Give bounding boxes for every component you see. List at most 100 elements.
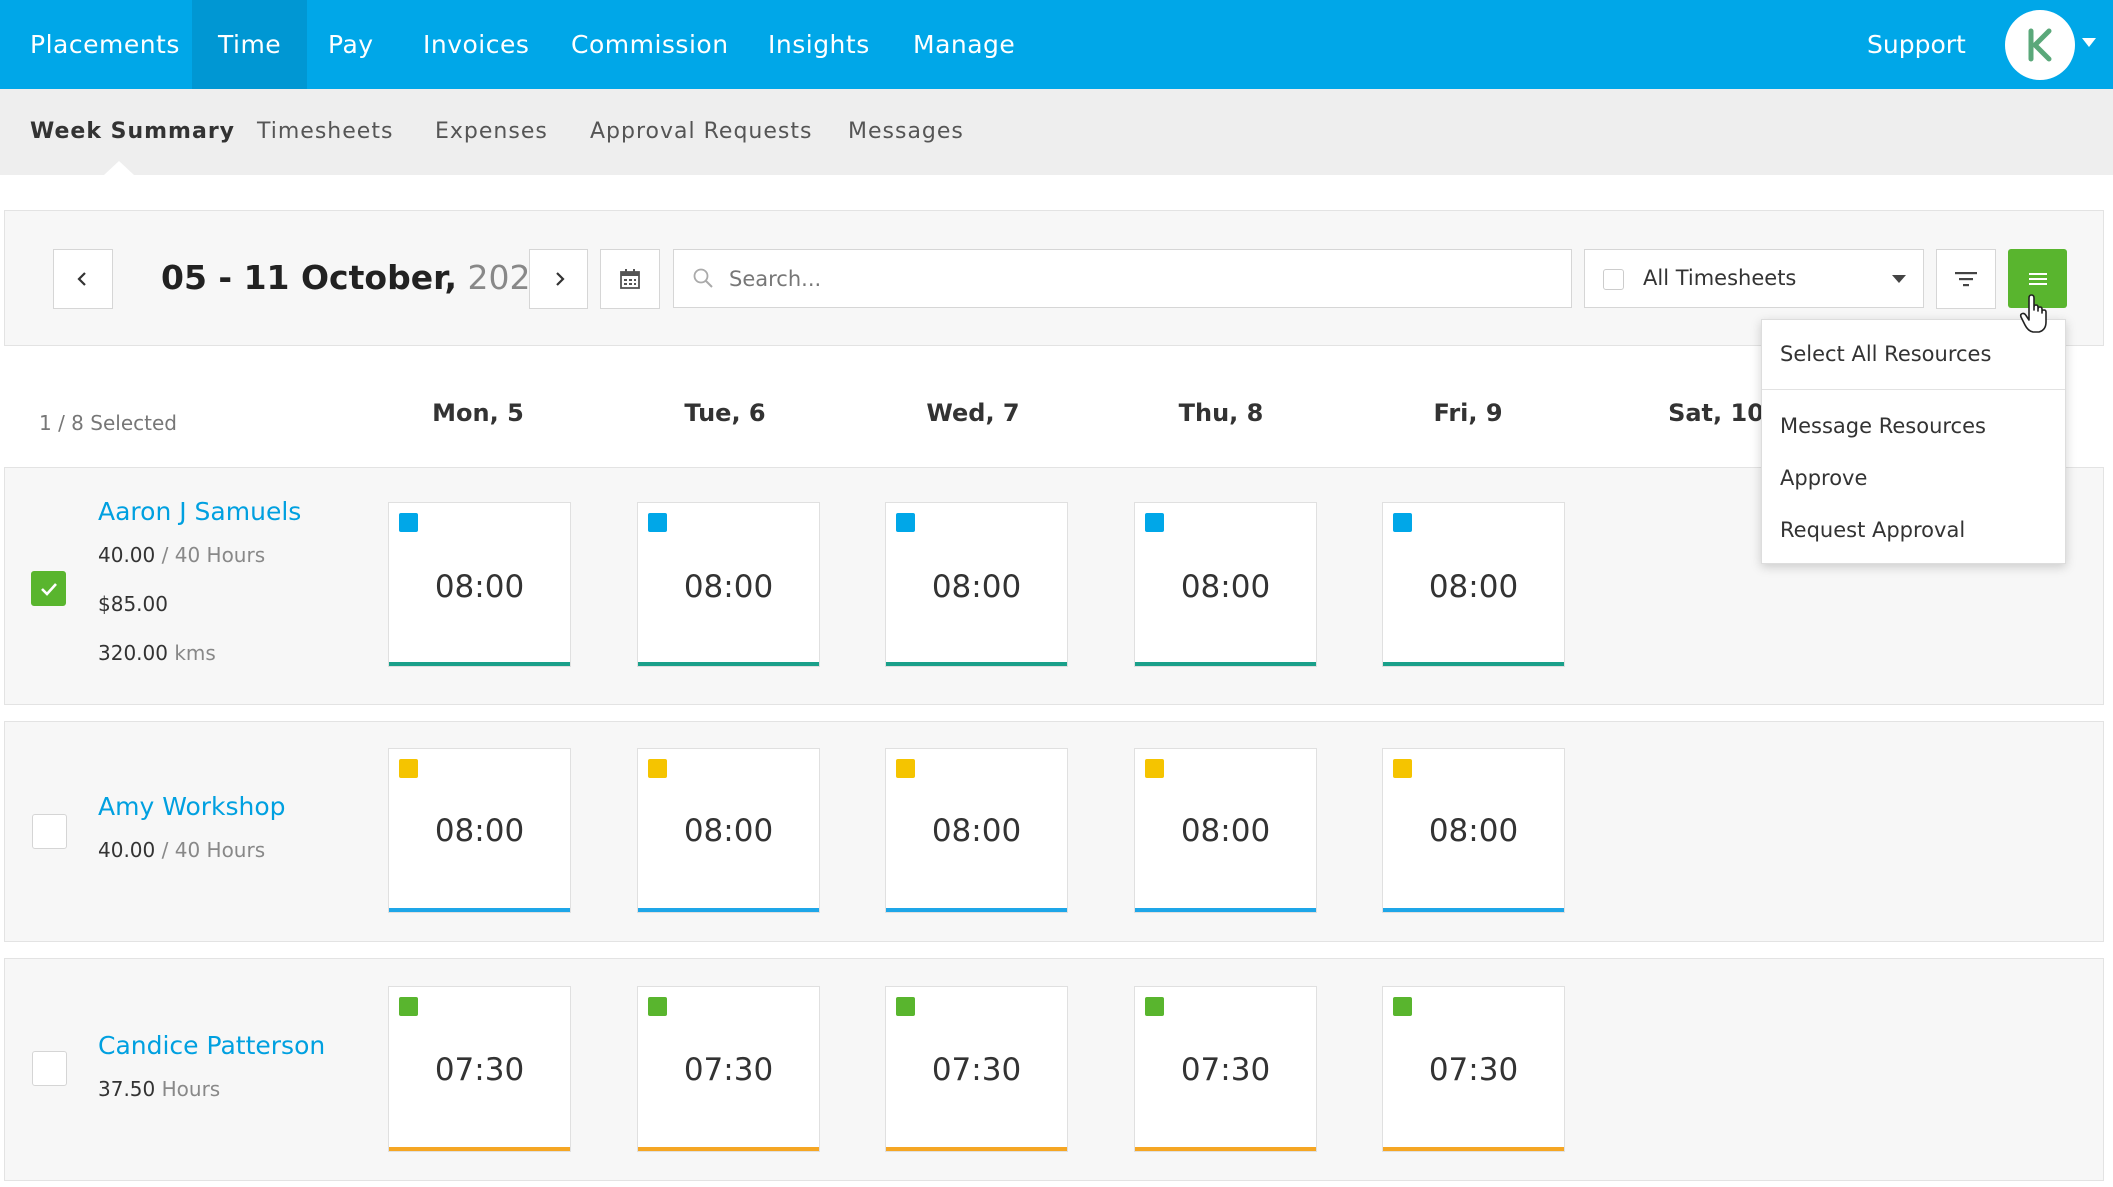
k-logo-icon xyxy=(2028,28,2052,62)
status-bar xyxy=(638,662,819,666)
next-week-button[interactable] xyxy=(529,249,588,309)
resource-hours: 40.00 / 40 Hours xyxy=(98,543,265,567)
hours-suffix: / 40 Hours xyxy=(161,838,266,862)
menu-item-approve[interactable]: Approve xyxy=(1780,466,1867,490)
time-card-mon[interactable]: 08:00 xyxy=(388,748,571,913)
time-card-wed[interactable]: 08:00 xyxy=(885,502,1068,667)
status-dot xyxy=(399,997,418,1016)
calendar-icon xyxy=(620,269,640,289)
status-dot xyxy=(399,513,418,532)
filter-button[interactable] xyxy=(1936,249,1996,309)
menu-item-request-approval[interactable]: Request Approval xyxy=(1780,518,1965,542)
time-card-wed[interactable]: 07:30 xyxy=(885,986,1068,1152)
nav-commission[interactable]: Commission xyxy=(545,0,755,89)
status-bar xyxy=(886,908,1067,912)
day-header-thu: Thu, 8 xyxy=(1178,399,1264,427)
time-card-tue[interactable]: 07:30 xyxy=(637,986,820,1152)
row-select-checkbox[interactable] xyxy=(32,1051,67,1086)
time-card-thu[interactable]: 07:30 xyxy=(1134,986,1317,1152)
time-card-tue[interactable]: 08:00 xyxy=(637,748,820,913)
time-card-fri[interactable]: 08:00 xyxy=(1382,502,1565,667)
status-bar xyxy=(1383,1147,1564,1151)
time-value: 08:00 xyxy=(1180,813,1271,849)
timesheet-filter-select[interactable]: All Timesheets xyxy=(1584,249,1924,308)
search-field[interactable] xyxy=(673,249,1572,308)
chevron-down-icon[interactable] xyxy=(2082,38,2096,47)
time-value: 08:00 xyxy=(1428,569,1519,605)
tab-timesheets[interactable]: Timesheets xyxy=(257,89,393,175)
time-value: 08:00 xyxy=(1180,569,1271,605)
chevron-right-icon xyxy=(555,272,565,286)
status-dot xyxy=(1145,759,1164,778)
time-value: 08:00 xyxy=(931,569,1022,605)
nav-invoices[interactable]: Invoices xyxy=(397,0,555,89)
row-select-checkbox[interactable] xyxy=(31,571,66,606)
nav-time[interactable]: Time xyxy=(192,0,308,89)
status-bar xyxy=(389,662,570,666)
resource-amount: $85.00 xyxy=(98,592,168,616)
checkmark-icon xyxy=(40,582,57,596)
select-all-timesheets-checkbox[interactable] xyxy=(1603,269,1624,290)
status-dot xyxy=(896,759,915,778)
row-select-checkbox[interactable] xyxy=(32,814,67,849)
status-dot xyxy=(1145,513,1164,532)
day-header-wed: Wed, 7 xyxy=(926,399,1020,427)
time-value: 08:00 xyxy=(434,569,525,605)
resource-name[interactable]: Amy Workshop xyxy=(98,792,286,821)
time-value: 08:00 xyxy=(1428,813,1519,849)
time-value: 07:30 xyxy=(434,1052,525,1088)
resource-name[interactable]: Aaron J Samuels xyxy=(98,497,301,526)
filter-icon xyxy=(1955,272,1977,287)
nav-placements[interactable]: Placements xyxy=(4,0,206,89)
status-dot xyxy=(399,759,418,778)
hours-value: 37.50 xyxy=(98,1077,156,1101)
time-value: 07:30 xyxy=(931,1052,1022,1088)
status-dot xyxy=(1393,759,1412,778)
time-card-thu[interactable]: 08:00 xyxy=(1134,502,1317,667)
day-header-mon: Mon, 5 xyxy=(432,399,524,427)
menu-item-message-resources[interactable]: Message Resources xyxy=(1780,414,1986,438)
status-bar xyxy=(638,908,819,912)
time-card-fri[interactable]: 07:30 xyxy=(1382,986,1565,1152)
time-card-tue[interactable]: 08:00 xyxy=(637,502,820,667)
search-input[interactable] xyxy=(729,250,1549,307)
active-tab-pointer xyxy=(104,161,134,175)
time-card-mon[interactable]: 08:00 xyxy=(388,502,571,667)
status-bar xyxy=(886,1147,1067,1151)
hours-value: 40.00 xyxy=(98,543,156,567)
time-card-wed[interactable]: 08:00 xyxy=(885,748,1068,913)
nav-insights[interactable]: Insights xyxy=(742,0,896,89)
menu-item-select-all-resources[interactable]: Select All Resources xyxy=(1780,342,1991,366)
status-dot xyxy=(896,513,915,532)
hours-suffix: / 40 Hours xyxy=(161,543,266,567)
menu-divider xyxy=(1762,389,2065,390)
resource-name[interactable]: Candice Patterson xyxy=(98,1031,325,1060)
support-link[interactable]: Support xyxy=(1867,0,1966,89)
status-dot xyxy=(896,997,915,1016)
time-card-mon[interactable]: 07:30 xyxy=(388,986,571,1152)
tab-expenses[interactable]: Expenses xyxy=(435,89,548,175)
actions-dropdown-menu: Select All Resources Message Resources A… xyxy=(1761,319,2066,564)
nav-manage[interactable]: Manage xyxy=(887,0,1041,89)
status-bar xyxy=(638,1147,819,1151)
time-card-fri[interactable]: 08:00 xyxy=(1382,748,1565,913)
tab-messages[interactable]: Messages xyxy=(848,89,964,175)
resource-hours: 40.00 / 40 Hours xyxy=(98,838,265,862)
resource-distance: 320.00 kms xyxy=(98,641,216,665)
time-card-thu[interactable]: 08:00 xyxy=(1134,748,1317,913)
date-range-days: 05 - 11 October, xyxy=(161,258,458,297)
status-dot xyxy=(648,513,667,532)
hand-cursor-icon xyxy=(2019,294,2047,333)
tab-approval-requests[interactable]: Approval Requests xyxy=(590,89,812,175)
caret-down-icon xyxy=(1892,275,1906,283)
status-dot xyxy=(1393,997,1412,1016)
status-dot xyxy=(648,759,667,778)
status-bar xyxy=(1135,662,1316,666)
prev-week-button[interactable] xyxy=(53,249,113,309)
status-dot xyxy=(648,997,667,1016)
nav-pay[interactable]: Pay xyxy=(302,0,400,89)
user-avatar[interactable] xyxy=(2005,10,2075,80)
time-value: 08:00 xyxy=(931,813,1022,849)
selected-count: 1 / 8 Selected xyxy=(39,411,177,435)
calendar-button[interactable] xyxy=(600,249,660,309)
